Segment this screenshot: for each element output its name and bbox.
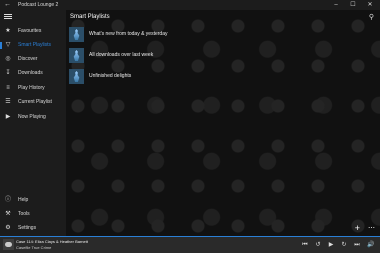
sidebar-item-label: Play History (18, 85, 45, 91)
podcast-title: Casefile True Crime (16, 245, 52, 250)
sidebar-item-downloads[interactable]: ↧ Downloads (0, 67, 66, 80)
funnel-icon: ▽ (5, 42, 11, 48)
hamburger-menu-icon[interactable] (4, 13, 12, 21)
back-arrow-icon[interactable]: ← (4, 0, 11, 10)
play-pause-icon[interactable]: ▶ (326, 240, 336, 250)
globe-icon: ◎ (5, 56, 11, 62)
sidebar-item-play-history[interactable]: ≡ Play History (0, 82, 66, 95)
playlist-item[interactable]: All downloads over last week (69, 48, 269, 65)
download-icon: ↧ (5, 70, 11, 76)
star-icon: ★ (5, 28, 11, 34)
page-title: Smart Playlists (70, 14, 110, 20)
more-options-button[interactable]: ⋯ (368, 224, 375, 233)
maximize-icon[interactable]: ☐ (347, 0, 359, 10)
sidebar-item-label: Smart Playlists (18, 42, 52, 48)
history-icon: ≡ (6, 85, 10, 91)
main-content: Smart Playlists ⚲ What's new from today … (66, 10, 380, 236)
next-track-icon[interactable]: ⏭ (352, 240, 362, 250)
playlist-thumbnail (69, 48, 84, 63)
sidebar-item-smart-playlists[interactable]: ▽ Smart Playlists (0, 39, 66, 52)
sidebar: ★ Favourites ▽ Smart Playlists ◎ Discove… (0, 10, 66, 236)
sidebar-item-favourites[interactable]: ★ Favourites (0, 25, 66, 38)
sidebar-item-label: Now Playing (18, 114, 46, 120)
title-bar: ← Podcast Lounge 2 – ☐ ✕ (0, 0, 380, 10)
playlist-name: What's new from today & yesterday (89, 31, 168, 37)
sidebar-item-now-playing[interactable]: ▶ Now Playing (0, 111, 66, 124)
sidebar-item-label: Settings (18, 225, 37, 231)
search-icon[interactable]: ⚲ (367, 13, 376, 22)
gear-icon: ⚙ (5, 225, 11, 231)
wrench-icon: ⚒ (5, 211, 11, 217)
selection-indicator (0, 42, 2, 49)
playlist-thumbnail (69, 69, 84, 84)
player-bar: Case 114: Eliza Clays & Heather Barnett … (0, 236, 380, 253)
sidebar-item-settings[interactable]: ⚙ Settings (0, 222, 66, 235)
sidebar-item-label: Current Playlist (18, 99, 52, 105)
playlist-item[interactable]: Unfinished delights (69, 69, 269, 86)
add-playlist-button[interactable]: + (355, 224, 360, 233)
sidebar-item-label: Downloads (18, 70, 43, 76)
play-icon: ▶ (5, 114, 11, 120)
skip-forward-icon[interactable]: ↻ (339, 240, 349, 250)
list-icon: ☰ (5, 99, 11, 105)
podcast-artwork[interactable] (3, 239, 14, 250)
volume-icon[interactable]: 🔊 (366, 240, 376, 250)
skip-back-icon[interactable]: ↺ (313, 240, 323, 250)
sidebar-item-tools[interactable]: ⚒ Tools (0, 208, 66, 221)
sidebar-item-current-playlist[interactable]: ☰ Current Playlist (0, 96, 66, 109)
playlist-name: All downloads over last week (89, 52, 154, 58)
info-icon: ⓘ (4, 197, 11, 203)
sidebar-item-label: Favourites (18, 28, 42, 34)
sidebar-item-label: Discover (18, 56, 38, 62)
close-icon[interactable]: ✕ (364, 0, 376, 10)
sidebar-item-label: Tools (18, 211, 30, 217)
playlist-item[interactable]: What's new from today & yesterday (69, 27, 269, 44)
sidebar-item-label: Help (18, 197, 29, 203)
app-title: Podcast Lounge 2 (18, 2, 59, 8)
playlist-name: Unfinished delights (89, 73, 132, 79)
sidebar-item-help[interactable]: ⓘ Help (0, 194, 66, 207)
previous-track-icon[interactable]: ⏮ (300, 240, 310, 250)
playlist-thumbnail (69, 27, 84, 42)
sidebar-item-discover[interactable]: ◎ Discover (0, 53, 66, 66)
minimize-icon[interactable]: – (330, 0, 342, 10)
